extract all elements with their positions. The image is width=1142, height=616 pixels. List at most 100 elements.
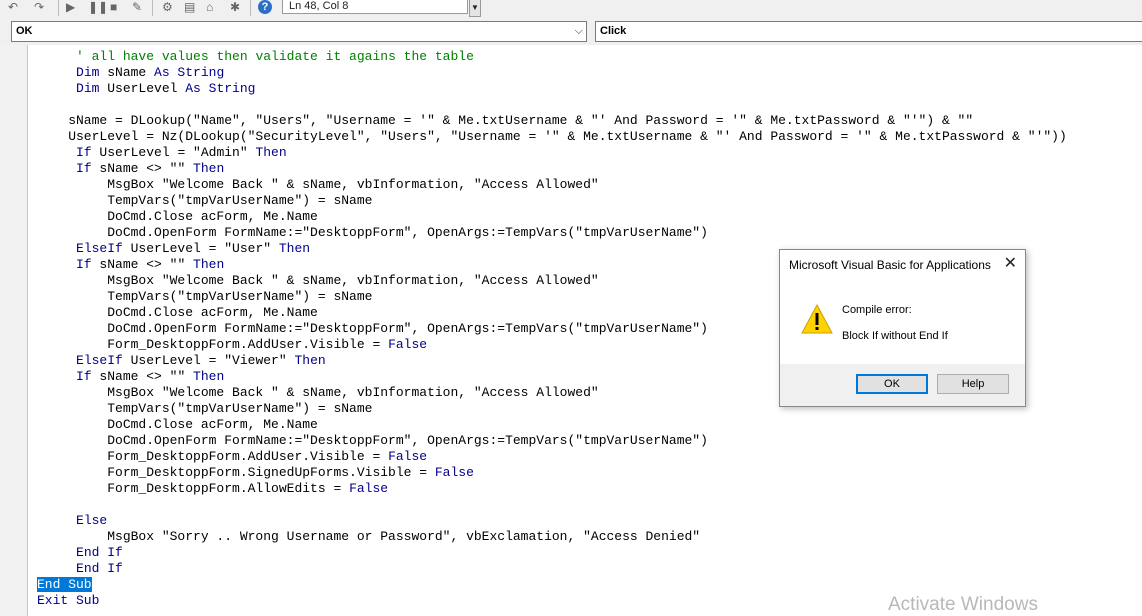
error-heading: Compile error:	[842, 304, 912, 316]
code-token: Form_DesktoppForm.SignedUpForms.Visible …	[37, 465, 435, 480]
code-line[interactable]: MsgBox "Sorry .. Wrong Username or Passw…	[37, 529, 700, 545]
code-line[interactable]: ElseIf UserLevel = "Viewer" Then	[37, 353, 326, 369]
project-explorer-icon[interactable]: ⚙	[162, 0, 173, 14]
code-token: UserLevel = Nz(DLookup("SecurityLevel", …	[37, 129, 1067, 144]
chevron-down-icon: ⌵	[574, 25, 583, 37]
code-line[interactable]: TempVars("tmpVarUserName") = sName	[37, 401, 372, 417]
code-token: UserLevel	[99, 81, 186, 96]
code-line[interactable]: If sName <> "" Then	[37, 161, 224, 177]
help-icon[interactable]: ?	[258, 0, 272, 14]
code-line[interactable]: DoCmd.Close acForm, Me.Name	[37, 417, 318, 433]
code-line[interactable]: TempVars("tmpVarUserName") = sName	[37, 193, 372, 209]
code-token: False	[388, 449, 428, 464]
code-token: End If	[76, 545, 123, 560]
code-token: ElseIf	[76, 353, 123, 368]
help-button[interactable]: Help	[937, 374, 1009, 394]
standard-toolbar: ↶ ↷ ▶ ❚❚ ■ ✎ ⚙ ▤ ⌂ ✱? Ln 48, Col 8 ▼	[0, 0, 1142, 20]
design-mode-icon[interactable]: ✎	[132, 0, 142, 14]
properties-icon[interactable]: ▤	[184, 0, 195, 14]
code-line[interactable]: End If	[37, 545, 123, 561]
code-token: DoCmd.OpenForm FormName:="DesktoppForm",…	[37, 433, 708, 448]
code-token: sName = DLookup("Name", "Users", "Userna…	[37, 113, 974, 128]
code-token: Then	[294, 353, 326, 368]
code-line[interactable]: UserLevel = Nz(DLookup("SecurityLevel", …	[37, 129, 1067, 145]
redo-icon[interactable]: ↷	[34, 0, 44, 14]
code-line[interactable]: DoCmd.OpenForm FormName:="DesktoppForm",…	[37, 225, 708, 241]
code-token: End Sub	[37, 577, 92, 592]
code-token: If	[76, 257, 92, 272]
code-token: End If	[76, 561, 123, 576]
code-line[interactable]: TempVars("tmpVarUserName") = sName	[37, 289, 372, 305]
code-token: As String	[154, 65, 225, 80]
code-token: MsgBox "Welcome Back " & sName, vbInform…	[37, 273, 599, 288]
code-line[interactable]: Else	[37, 513, 107, 529]
code-token: ' all have values then validate it again…	[76, 49, 474, 64]
margin-indicator-bar[interactable]	[0, 45, 28, 616]
run-icon[interactable]: ▶	[66, 0, 75, 14]
activate-windows-watermark: Activate Windows	[888, 594, 1038, 615]
code-line[interactable]: End If	[37, 561, 123, 577]
code-line[interactable]: DoCmd.Close acForm, Me.Name	[37, 209, 318, 225]
code-token: As String	[185, 81, 256, 96]
code-line[interactable]: Form_DesktoppForm.AllowEdits = False	[37, 481, 388, 497]
code-line[interactable]: ' all have values then validate it again…	[37, 49, 474, 65]
code-line[interactable]: sName = DLookup("Name", "Users", "Userna…	[37, 113, 973, 129]
code-token: Else	[76, 513, 108, 528]
code-token: DoCmd.Close acForm, Me.Name	[37, 417, 318, 432]
code-line[interactable]: Form_DesktoppForm.SignedUpForms.Visible …	[37, 465, 474, 481]
code-line[interactable]: If sName <> "" Then	[37, 369, 224, 385]
object-browser-icon[interactable]: ⌂	[206, 0, 213, 14]
code-token: UserLevel = "Admin"	[91, 145, 256, 160]
code-token: DoCmd.Close acForm, Me.Name	[37, 209, 318, 224]
code-token: Form_DesktoppForm.AddUser.Visible =	[37, 337, 389, 352]
code-line[interactable]: MsgBox "Welcome Back " & sName, vbInform…	[37, 273, 599, 289]
procedure-combo[interactable]: Click	[595, 21, 1142, 42]
cursor-position-status: Ln 48, Col 8	[282, 0, 468, 14]
code-token: DoCmd.Close acForm, Me.Name	[37, 305, 318, 320]
code-token: If	[76, 369, 92, 384]
code-line[interactable]: Form_DesktoppForm.AddUser.Visible = Fals…	[37, 449, 427, 465]
code-line[interactable]: ElseIf UserLevel = "User" Then	[37, 241, 310, 257]
code-line[interactable]: Dim UserLevel As String	[37, 81, 255, 97]
code-token: Dim	[76, 81, 100, 96]
toolbar-separator	[250, 0, 251, 16]
code-line[interactable]: Form_DesktoppForm.AddUser.Visible = Fals…	[37, 337, 427, 353]
toolbar-options-dropdown[interactable]: ▼	[469, 0, 481, 17]
code-line[interactable]: If sName <> "" Then	[37, 257, 224, 273]
code-line[interactable]: End Sub	[37, 577, 92, 593]
undo-icon[interactable]: ↶	[8, 0, 18, 14]
code-token: TempVars("tmpVarUserName") = sName	[37, 193, 373, 208]
dialog-button-area: OK Help	[780, 364, 1025, 406]
code-token: MsgBox "Welcome Back " & sName, vbInform…	[37, 177, 599, 192]
code-line[interactable]: DoCmd.OpenForm FormName:="DesktoppForm",…	[37, 433, 708, 449]
close-icon[interactable]: ✕	[1004, 255, 1017, 273]
code-token: False	[349, 481, 389, 496]
code-token: False	[434, 465, 474, 480]
code-line[interactable]: Exit Sub	[37, 593, 99, 609]
reset-icon[interactable]: ■	[110, 0, 117, 14]
code-line[interactable]: If UserLevel = "Admin" Then	[37, 145, 287, 161]
code-line[interactable]: DoCmd.OpenForm FormName:="DesktoppForm",…	[37, 321, 708, 337]
code-token: False	[388, 337, 428, 352]
toolbox-icon[interactable]: ✱	[230, 0, 240, 14]
break-icon[interactable]: ❚❚	[88, 0, 108, 14]
code-combo-bar: OK ⌵ Click	[0, 19, 1142, 45]
code-line[interactable]: MsgBox "Welcome Back " & sName, vbInform…	[37, 385, 599, 401]
code-token: ElseIf	[76, 241, 123, 256]
ok-button[interactable]: OK	[856, 374, 928, 394]
code-line[interactable]: Dim sName As String	[37, 65, 224, 81]
code-line[interactable]: DoCmd.Close acForm, Me.Name	[37, 305, 318, 321]
object-combo[interactable]: OK ⌵	[11, 21, 587, 42]
code-token: Then	[193, 161, 225, 176]
code-line[interactable]: MsgBox "Welcome Back " & sName, vbInform…	[37, 177, 599, 193]
dialog-title: Microsoft Visual Basic for Applications	[789, 258, 991, 272]
